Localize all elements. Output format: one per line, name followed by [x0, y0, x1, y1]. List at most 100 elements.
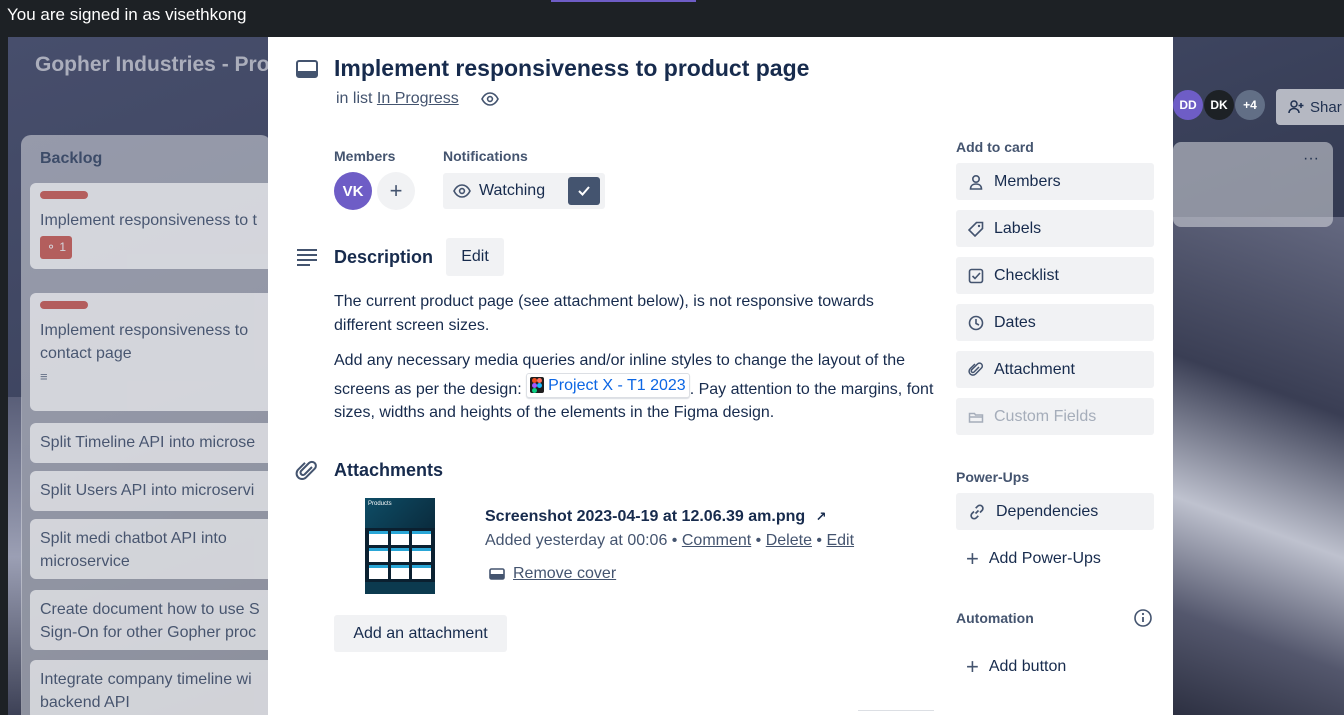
automation-label: Automation	[956, 610, 1034, 626]
share-button[interactable]: Shar	[1276, 89, 1344, 125]
plus-icon: +	[966, 545, 979, 571]
custom-fields-button[interactable]: Custom Fields	[956, 398, 1154, 435]
members-button[interactable]: Members	[956, 163, 1154, 200]
mountain-image-left	[8, 397, 22, 715]
signin-bar: You are signed in as visethkong	[0, 0, 1344, 32]
card-title: Integrate company timeline wi backend AP…	[40, 671, 252, 711]
labels-button[interactable]: Labels	[956, 210, 1154, 247]
dependencies-button-label: Dependencies	[996, 502, 1099, 520]
person-icon	[969, 174, 983, 190]
list-card[interactable]: Split Users API into microservi	[30, 471, 280, 511]
comment-link[interactable]: Comment	[682, 532, 751, 549]
board-members[interactable]: DD DK +4	[1173, 90, 1266, 120]
custom-fields-button-label: Custom Fields	[994, 407, 1097, 425]
edit-link[interactable]: Edit	[826, 532, 854, 549]
card-title: Split medi chatbot API into microservice	[40, 530, 227, 570]
attachment-filename: Screenshot 2023-04-19 at 12.06.39 am.png	[485, 508, 806, 525]
dates-button[interactable]: Dates	[956, 304, 1154, 341]
checklist-button[interactable]: Checklist	[956, 257, 1154, 294]
watch-label: Watching	[479, 182, 546, 199]
description-body[interactable]: The current product page (see attachment…	[334, 290, 934, 436]
list-card[interactable]: Split medi chatbot API into microservice	[30, 519, 280, 579]
share-label: Shar	[1310, 98, 1342, 116]
add-automation-button[interactable]: + Add button	[956, 648, 1154, 685]
accent-line	[551, 0, 696, 2]
delete-link[interactable]: Delete	[766, 532, 812, 549]
in-list-prefix: in list	[336, 90, 373, 107]
more-members-avatar[interactable]: +4	[1235, 90, 1265, 120]
attachment-button-label: Attachment	[994, 360, 1075, 378]
add-person-icon	[1288, 100, 1304, 114]
notifications-label: Notifications	[443, 148, 528, 164]
card-title: Split Timeline API into microse	[40, 434, 256, 451]
attachments-heading: Attachments	[334, 460, 444, 480]
watch-eye-icon	[481, 92, 499, 106]
list-menu-icon[interactable]: ···	[1303, 150, 1319, 168]
figma-icon	[530, 377, 545, 394]
add-member-button[interactable]: +	[377, 172, 415, 210]
list-link[interactable]: In Progress	[377, 90, 459, 107]
card-title: Create document how to use S Sign-On for…	[40, 601, 260, 641]
external-link-icon: ↗	[815, 509, 827, 524]
info-icon[interactable]	[1132, 607, 1154, 629]
list-card[interactable]: Implement responsiveness to contact page…	[30, 293, 280, 411]
card-title: Implement responsiveness to t	[40, 212, 257, 229]
watching-check[interactable]	[568, 177, 600, 205]
custom-fields-icon	[968, 412, 984, 423]
add-attachment-button[interactable]: Add an attachment	[334, 615, 507, 652]
description-heading: Description	[334, 247, 434, 267]
signin-text: You are signed in as visethkong	[7, 5, 247, 24]
list-title[interactable]: Backlog	[40, 150, 102, 168]
list-card[interactable]: Split Timeline API into microse	[30, 423, 280, 463]
card-title: Split Users API into microservi	[40, 482, 255, 499]
card-label	[40, 191, 88, 199]
card-title[interactable]: Implement responsiveness to product page	[334, 55, 809, 82]
attachment-button[interactable]: Attachment	[956, 351, 1154, 388]
tag-icon	[968, 221, 984, 237]
members-label: Members	[334, 148, 396, 164]
badge-count: 1	[59, 240, 67, 254]
board-title[interactable]: Gopher Industries - Pro	[35, 53, 270, 77]
card-detail-modal: Implement responsiveness to product page…	[268, 37, 1173, 715]
add-power-ups-button[interactable]: + Add Power-Ups	[956, 540, 1154, 577]
remove-cover-label: Remove cover	[513, 565, 617, 582]
thumbnail-title: Products	[365, 498, 435, 528]
dependencies-button[interactable]: Dependencies	[956, 493, 1154, 530]
remove-cover-link[interactable]: Remove cover	[489, 565, 616, 583]
figma-link[interactable]: Project X - T1 2023	[526, 372, 690, 398]
plus-icon: +	[389, 178, 403, 203]
list-card[interactable]: Implement responsiveness to t ⚬ 1	[30, 183, 280, 269]
paperclip-icon	[968, 361, 984, 376]
member-avatar[interactable]: DK	[1204, 90, 1234, 120]
attachment-thumbnail[interactable]: Products	[365, 498, 435, 594]
plus-icon: +	[966, 653, 979, 679]
add-button-label: Add button	[988, 657, 1067, 675]
power-ups-label: Power-Ups	[956, 469, 1030, 485]
add-power-ups-label: Add Power-Ups	[988, 549, 1101, 567]
thumbnail-grid	[365, 528, 435, 582]
labels-button-label: Labels	[994, 219, 1042, 237]
attachment-name[interactable]: Screenshot 2023-04-19 at 12.06.39 am.png…	[485, 508, 827, 526]
description-paragraph: The current product page (see attachment…	[334, 293, 874, 334]
avatar[interactable]: VK	[334, 172, 372, 210]
mountain-image	[1154, 217, 1344, 715]
check-icon	[578, 186, 590, 196]
link-icon	[970, 503, 984, 520]
card-title: Implement responsiveness to contact page	[40, 322, 249, 362]
description-paragraph: Add any necessary media queries and/or i…	[334, 349, 934, 424]
description-icon: ≡	[40, 369, 48, 384]
checklist-button-label: Checklist	[994, 266, 1059, 284]
description-icon	[297, 249, 317, 266]
clock-icon	[968, 315, 984, 330]
in-list-text: in list In Progress	[336, 90, 459, 108]
checklist-icon	[968, 268, 984, 283]
dates-button-label: Dates	[994, 313, 1036, 331]
list-card[interactable]: Integrate company timeline wi backend AP…	[30, 660, 280, 715]
edit-description-button[interactable]: Edit	[446, 238, 504, 276]
card-icon	[296, 60, 318, 78]
member-avatar[interactable]: DD	[1173, 90, 1203, 120]
list-card[interactable]: Create document how to use S Sign-On for…	[30, 590, 280, 650]
figma-link-label: Project X - T1 2023	[548, 376, 686, 394]
members-button-label: Members	[994, 172, 1061, 190]
cover-icon	[489, 568, 505, 580]
